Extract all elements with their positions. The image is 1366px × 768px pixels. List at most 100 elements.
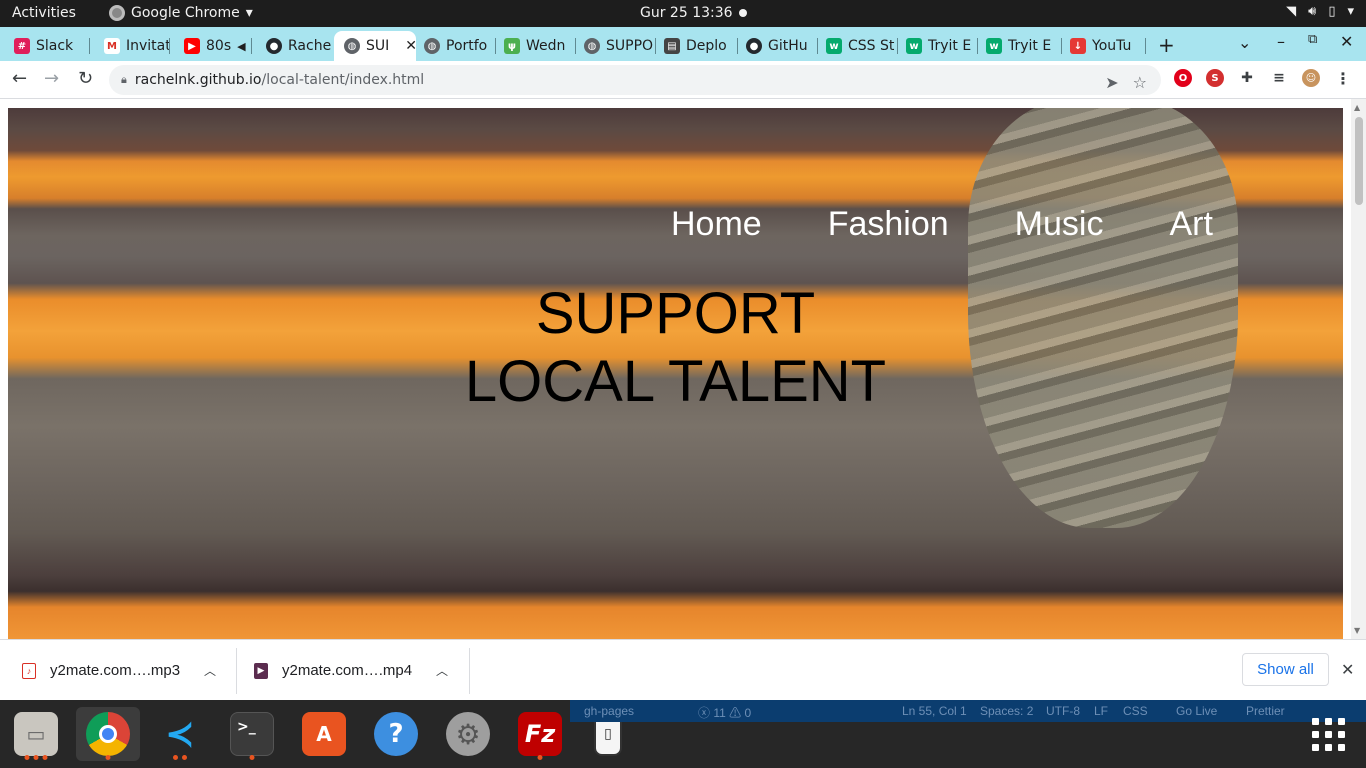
tab-label: Tryit E (928, 38, 972, 54)
url-host: rachelnk.github.io (134, 72, 262, 88)
chevron-up-icon[interactable]: ︿ (204, 662, 216, 679)
dock-help[interactable]: ? (364, 707, 428, 761)
nav-link-music[interactable]: Music (1015, 205, 1104, 244)
site-nav: Home Fashion Music Art (671, 205, 1213, 244)
puzzle-extensions-icon[interactable]: ✚ (1238, 69, 1256, 87)
tab-portfolio[interactable]: ◍ Portfo (416, 31, 496, 61)
tab-tryit-2[interactable]: w Tryit E (978, 31, 1062, 61)
app-menu-label: Google Chrome (131, 5, 240, 21)
chrome-menu-icon[interactable]: ⋮ (1334, 69, 1352, 88)
indentation-setting[interactable]: Spaces: 2 (980, 704, 1033, 718)
battery-icon: ▯ (1328, 4, 1336, 19)
tab-deploy[interactable]: ▤ Deplo (656, 31, 738, 61)
minimize-window-button[interactable]: – (1277, 32, 1285, 51)
close-window-button[interactable]: ✕ (1340, 32, 1353, 51)
tab-support-2[interactable]: ◍ SUPPO (576, 31, 656, 61)
opera-extension-icon[interactable]: O (1174, 69, 1192, 87)
lock-icon[interactable]: 🔒︎ (121, 73, 127, 87)
slack-icon: # (14, 38, 30, 54)
system-tray[interactable]: ◥ 🔊︎ ▯ ▾ (1286, 4, 1354, 19)
palm-icon: ψ (504, 38, 520, 54)
tab-slack[interactable]: # Slack (0, 31, 90, 61)
dock-settings[interactable]: ⚙ (436, 707, 500, 761)
tab-github-rachel[interactable]: ● Rache (252, 31, 334, 61)
show-applications-icon[interactable] (1312, 718, 1346, 752)
dock-software[interactable]: A (292, 707, 356, 761)
eol-setting[interactable]: LF (1094, 704, 1108, 718)
problems-indicator[interactable]: ⓧ 11 ⚠ 0 (698, 704, 751, 721)
send-tab-icon[interactable]: ➤ (1105, 73, 1118, 92)
prettier-status[interactable]: Prettier (1246, 704, 1285, 718)
language-mode[interactable]: CSS (1123, 704, 1148, 718)
settings-icon: ⚙ (446, 712, 490, 756)
headline-line-1: SUPPORT (535, 281, 816, 346)
cursor-position[interactable]: Ln 55, Col 1 (902, 704, 967, 718)
reload-button[interactable]: ↻ (78, 68, 93, 89)
scrollbar-thumb[interactable] (1355, 117, 1363, 205)
github-icon: ● (266, 38, 282, 54)
bookmark-star-icon[interactable]: ☆ (1133, 73, 1147, 92)
dock-files[interactable]: ▭ (4, 707, 68, 761)
encoding-setting[interactable]: UTF-8 (1046, 704, 1080, 718)
address-bar[interactable]: 🔒︎ rachelnk.github.io /local-talent/inde… (109, 65, 1161, 95)
scroll-up-icon[interactable]: ▲ (1354, 103, 1360, 112)
page-viewport: Home Fashion Music Art SUPPORT LOCAL TAL… (0, 99, 1366, 639)
chevron-up-icon[interactable]: ︿ (436, 662, 448, 679)
media-queue-icon[interactable]: ≡ (1270, 69, 1288, 87)
app-menu[interactable]: Google Chrome ▾ (109, 5, 253, 21)
close-download-shelf-icon[interactable]: ✕ (1341, 660, 1354, 679)
close-tab-icon[interactable]: ✕ (405, 38, 416, 54)
go-live-button[interactable]: Go Live (1176, 704, 1217, 718)
nav-link-art[interactable]: Art (1169, 205, 1212, 244)
audio-file-icon: ♪ (22, 662, 36, 679)
tab-label: Rache (288, 38, 332, 54)
tab-css-styles[interactable]: w CSS St (818, 31, 898, 61)
tab-github[interactable]: ● GitHu (738, 31, 818, 61)
download-item[interactable]: ♪ y2mate.com….mp3 ︿ (22, 640, 216, 701)
nav-link-home[interactable]: Home (671, 205, 762, 244)
git-branch-label[interactable]: gh-pages (584, 704, 634, 718)
tab-youtube-80s[interactable]: ▶ 80s ◀︎ (170, 31, 252, 61)
tab-wedn[interactable]: ψ Wedn (496, 31, 576, 61)
back-button[interactable]: ← (12, 68, 27, 89)
download-item[interactable]: ▶ y2mate.com….mp4 ︿ (254, 640, 448, 701)
tab-gmail[interactable]: M Invitat (90, 31, 170, 61)
speaker-icon[interactable]: ◀︎ (237, 40, 245, 53)
show-all-button[interactable]: Show all (1242, 653, 1329, 686)
tab-youtube-download[interactable]: ↓ YouTu (1062, 31, 1146, 61)
nav-link-fashion[interactable]: Fashion (828, 205, 949, 244)
tab-label: Invitat (126, 38, 170, 54)
tab-label: SUI (366, 38, 390, 54)
page-scrollbar[interactable]: ▲ ▼ (1351, 99, 1366, 639)
forward-button[interactable]: → (44, 68, 59, 89)
dock-chrome[interactable] (76, 707, 140, 761)
help-icon: ? (374, 712, 418, 756)
dock-filezilla[interactable]: Fz (508, 707, 572, 761)
tab-label: GitHu (768, 38, 808, 54)
download-filename: y2mate.com….mp3 (50, 662, 181, 679)
hero-banner: Home Fashion Music Art SUPPORT LOCAL TAL… (8, 108, 1343, 639)
video-file-icon: ▶ (254, 662, 268, 679)
dock-vscode[interactable]: ≺ (148, 707, 212, 761)
restore-window-button[interactable]: ⧉ (1308, 32, 1317, 47)
shoe-sole-image (968, 108, 1238, 528)
dock-terminal[interactable]: >_ (220, 707, 284, 761)
tab-label: Deplo (686, 38, 727, 54)
w3schools-icon: w (826, 38, 842, 54)
wifi-icon: ◥ (1286, 4, 1297, 19)
s-extension-icon[interactable]: S (1206, 69, 1224, 87)
scroll-down-icon[interactable]: ▼ (1354, 626, 1360, 635)
tab-support-active[interactable]: ◍ SUI ✕ (334, 31, 416, 61)
new-tab-button[interactable]: + (1158, 33, 1175, 57)
download-shelf: ♪ y2mate.com….mp3 ︿ ▶ y2mate.com….mp4 ︿ … (0, 639, 1366, 700)
tab-search-chevron-icon[interactable]: ⌄ (1238, 33, 1251, 52)
clock[interactable]: Gur 25 13:36 (640, 5, 733, 21)
youtube-download-icon: ↓ (1070, 38, 1086, 54)
chrome-icon (109, 5, 125, 21)
youtube-icon: ▶ (184, 38, 200, 54)
tab-strip: # Slack M Invitat ▶ 80s ◀︎ ● Rache ◍ SUI… (0, 27, 1366, 61)
profile-avatar[interactable]: ☺ (1302, 69, 1320, 87)
activities-button[interactable]: Activities (12, 5, 76, 21)
tab-tryit-1[interactable]: w Tryit E (898, 31, 978, 61)
tab-label: Slack (36, 38, 74, 54)
